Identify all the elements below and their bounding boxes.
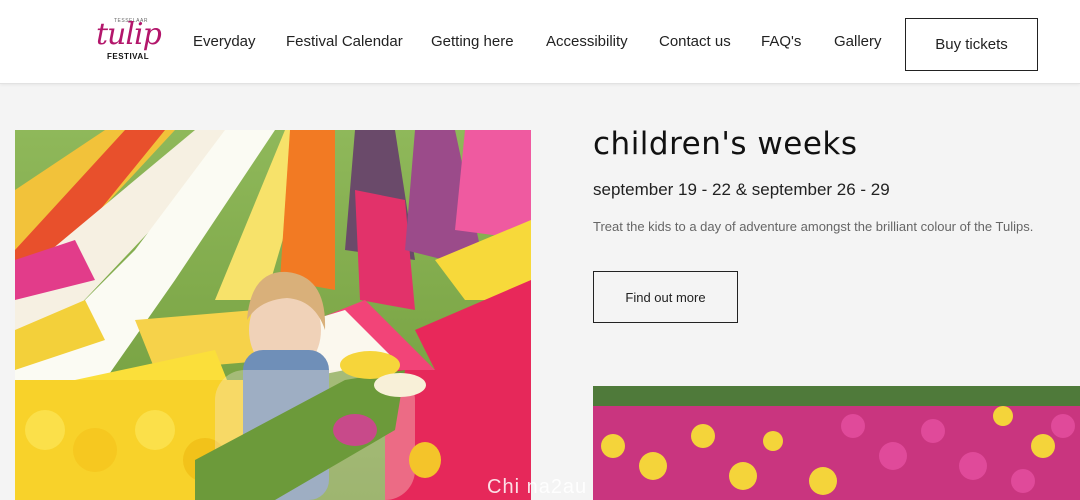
event-title: children's weeks xyxy=(593,126,858,162)
logo-festival-text: FESTIVAL xyxy=(107,52,150,61)
event-description: Treat the kids to a day of adventure amo… xyxy=(593,219,1034,234)
nav-faqs[interactable]: FAQ's xyxy=(761,33,801,50)
nav-accessibility[interactable]: Accessibility xyxy=(546,33,628,50)
nav-everyday[interactable]: Everyday xyxy=(193,33,256,50)
tulip-festival-logo[interactable]: TESSELAAR tulip FESTIVAL xyxy=(92,14,162,64)
nav-contact-us[interactable]: Contact us xyxy=(659,33,731,50)
nav-getting-here[interactable]: Getting here xyxy=(431,33,514,50)
tulip-garden-image xyxy=(593,386,1080,500)
tulip-field-image xyxy=(15,130,531,500)
find-out-more-button[interactable]: Find out more xyxy=(593,271,738,323)
nav-gallery[interactable]: Gallery xyxy=(834,33,882,50)
buy-tickets-button[interactable]: Buy tickets xyxy=(905,18,1038,71)
watermark-text: Chi na2au xyxy=(487,476,588,498)
tulip-garden-photo xyxy=(593,386,1080,500)
children-tulips-photo xyxy=(15,130,531,500)
site-header: TESSELAAR tulip FESTIVAL Everyday Festiv… xyxy=(0,0,1080,84)
nav-festival-calendar[interactable]: Festival Calendar xyxy=(286,33,403,50)
event-dates: september 19 - 22 & september 26 - 29 xyxy=(593,180,890,199)
logo-script-text: tulip xyxy=(96,17,162,52)
